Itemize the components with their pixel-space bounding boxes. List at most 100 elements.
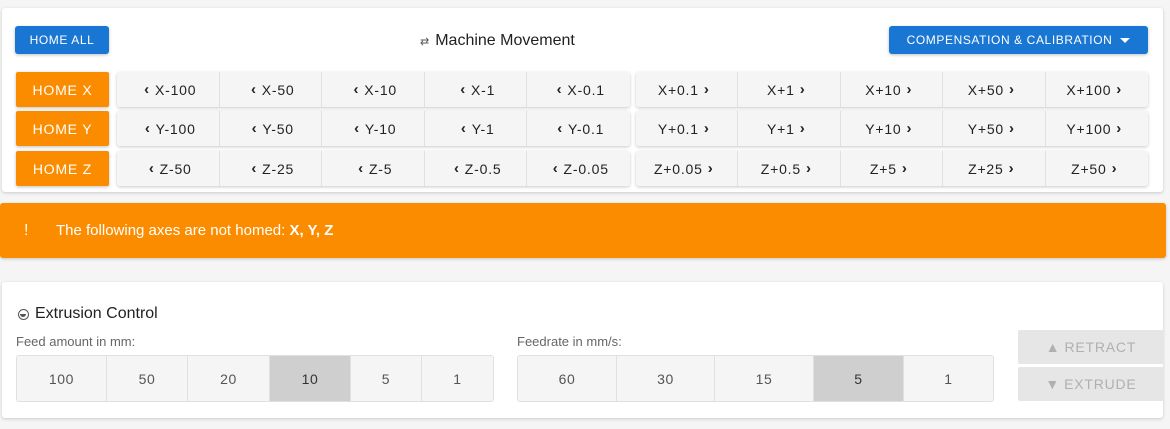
feedrate-selector: 60 30 15 5 1: [517, 355, 994, 402]
warning-icon: !: [24, 221, 29, 239]
machine-movement-card: HOME ALL ⇄ Machine Movement COMPENSATION…: [2, 8, 1163, 192]
move-y-minus-10-button[interactable]: ‹ Y-10: [322, 111, 425, 146]
feed-amount-option[interactable]: 5: [351, 356, 422, 401]
move-y-plus-1-button[interactable]: Y+1 ›: [738, 111, 841, 146]
button-label: X-10: [364, 81, 398, 98]
x-positive-group: X+0.1 › X+1 › X+10 › X+50 › X+100 ›: [635, 72, 1148, 107]
button-label: Y-100: [155, 120, 196, 137]
move-z-plus-25-button[interactable]: Z+25 ›: [943, 151, 1046, 186]
feedrate-option[interactable]: 15: [715, 356, 814, 401]
caret-down-icon: [1120, 37, 1131, 43]
move-z-plus-0.05-button[interactable]: Z+0.05 ›: [635, 151, 738, 186]
button-label: Z+5: [869, 160, 897, 177]
move-z-minus-5-button[interactable]: ‹ Z-5: [322, 151, 425, 186]
chevron-right-icon: ›: [703, 120, 710, 137]
machine-movement-title: ⇄ Machine Movement: [420, 32, 575, 50]
move-x-plus-50-button[interactable]: X+50 ›: [943, 72, 1046, 107]
move-y-plus-0.1-button[interactable]: Y+0.1 ›: [635, 111, 738, 146]
chevron-left-icon: ‹: [251, 120, 258, 137]
y-positive-group: Y+0.1 › Y+1 › Y+10 › Y+50 › Y+100 ›: [635, 111, 1148, 146]
chevron-right-icon: ›: [1111, 160, 1118, 177]
retract-button[interactable]: ▲ RETRACT: [1018, 330, 1164, 364]
feedrate-option[interactable]: 1: [904, 356, 993, 401]
button-label: X+100: [1066, 81, 1112, 98]
swap-arrows-icon: ⇄: [420, 35, 430, 48]
feedrate-option[interactable]: 60: [518, 356, 617, 401]
button-label: Z+0.5: [760, 160, 801, 177]
button-label: Z+25: [968, 160, 1004, 177]
move-z-minus-50-button[interactable]: ‹ Z-50: [117, 151, 220, 186]
feed-amount-selector: 100 50 20 10 5 1: [16, 355, 494, 402]
move-y-minus-100-button[interactable]: ‹ Y-100: [117, 111, 220, 146]
extrude-label: EXTRUDE: [1064, 376, 1137, 392]
move-z-minus-25-button[interactable]: ‹ Z-25: [219, 151, 322, 186]
button-label: Y+50: [967, 120, 1004, 137]
move-y-minus-1-button[interactable]: ‹ Y-1: [424, 111, 527, 146]
y-axis-move-row: ‹ Y-100 ‹ Y-50 ‹ Y-10 ‹ Y-1 ‹ Y-0.1 Y+0.1 › Y+…: [117, 111, 1148, 146]
move-x-plus-0.1-button[interactable]: X+0.1 ›: [635, 72, 738, 107]
compensation-calibration-label: COMPENSATION & CALIBRATION: [906, 33, 1113, 47]
move-y-plus-100-button[interactable]: Y+100 ›: [1045, 111, 1148, 146]
chevron-left-icon: ‹: [460, 81, 467, 98]
button-label: Y-1: [471, 120, 495, 137]
chevron-right-icon: ›: [805, 160, 812, 177]
feed-amount-option-selected[interactable]: 10: [270, 356, 351, 401]
feedrate-option[interactable]: 30: [617, 356, 715, 401]
home-z-button[interactable]: HOME Z: [16, 151, 109, 186]
button-label: X-50: [261, 81, 295, 98]
z-axis-move-row: ‹ Z-50 ‹ Z-25 ‹ Z-5 ‹ Z-0.5 ‹ Z-0.05 Z+0.05 › …: [117, 151, 1148, 186]
chevron-right-icon: ›: [906, 81, 913, 98]
move-x-plus-100-button[interactable]: X+100 ›: [1045, 72, 1148, 107]
move-x-minus-0.1-button[interactable]: ‹ X-0.1: [527, 72, 630, 107]
button-label: Y+100: [1066, 120, 1112, 137]
button-label: Z-50: [159, 160, 192, 177]
move-z-plus-0.5-button[interactable]: Z+0.5 ›: [738, 151, 841, 186]
move-x-minus-100-button[interactable]: ‹ X-100: [117, 72, 220, 107]
feed-amount-label: Feed amount in mm:: [16, 334, 136, 349]
move-y-plus-10-button[interactable]: Y+10 ›: [840, 111, 943, 146]
feedrate-label: Feedrate in mm/s:: [517, 334, 622, 349]
button-label: Z+50: [1071, 160, 1107, 177]
move-x-minus-50-button[interactable]: ‹ X-50: [219, 72, 322, 107]
move-z-minus-0.05-button[interactable]: ‹ Z-0.05: [527, 151, 630, 186]
move-x-minus-1-button[interactable]: ‹ X-1: [424, 72, 527, 107]
chevron-left-icon: ‹: [556, 81, 563, 98]
button-label: Y+0.1: [657, 120, 699, 137]
extrude-button[interactable]: ▼ EXTRUDE: [1018, 367, 1164, 401]
chevron-left-icon: ‹: [148, 160, 155, 177]
move-y-plus-50-button[interactable]: Y+50 ›: [943, 111, 1046, 146]
home-y-button[interactable]: HOME Y: [16, 111, 109, 146]
chevron-right-icon: ›: [1008, 160, 1015, 177]
move-y-minus-50-button[interactable]: ‹ Y-50: [219, 111, 322, 146]
button-label: Y-0.1: [568, 120, 605, 137]
chevron-left-icon: ‹: [353, 81, 360, 98]
compensation-calibration-dropdown[interactable]: COMPENSATION & CALIBRATION: [889, 26, 1148, 54]
chevron-left-icon: ‹: [552, 160, 559, 177]
feedrate-option-selected[interactable]: 5: [814, 356, 904, 401]
home-x-button[interactable]: HOME X: [16, 72, 109, 107]
move-x-minus-10-button[interactable]: ‹ X-10: [322, 72, 425, 107]
move-z-plus-5-button[interactable]: Z+5 ›: [840, 151, 943, 186]
button-label: Z-0.05: [563, 160, 609, 177]
move-z-plus-50-button[interactable]: Z+50 ›: [1045, 151, 1148, 186]
feed-amount-option[interactable]: 1: [422, 356, 493, 401]
move-x-plus-10-button[interactable]: X+10 ›: [840, 72, 943, 107]
home-all-button[interactable]: HOME ALL: [15, 26, 109, 54]
button-label: Z+0.05: [653, 160, 703, 177]
arrow-down-icon: ▼: [1045, 376, 1061, 392]
chevron-left-icon: ‹: [358, 160, 364, 177]
feed-amount-option[interactable]: 100: [17, 356, 107, 401]
feed-amount-option[interactable]: 20: [188, 356, 270, 401]
chevron-right-icon: ›: [799, 120, 806, 137]
move-y-minus-0.1-button[interactable]: ‹ Y-0.1: [527, 111, 630, 146]
move-z-minus-0.5-button[interactable]: ‹ Z-0.5: [424, 151, 527, 186]
move-x-plus-1-button[interactable]: X+1 ›: [738, 72, 841, 107]
feed-amount-option[interactable]: 50: [107, 356, 188, 401]
alert-message: The following axes are not homed: X, Y, …: [56, 222, 333, 239]
chevron-right-icon: ›: [799, 81, 806, 98]
alert-axes: X, Y, Z: [289, 222, 334, 239]
extrusion-control-card: Extrusion Control Feed amount in mm: 100…: [2, 282, 1164, 418]
button-label: X+1: [767, 81, 795, 98]
button-label: X-1: [471, 81, 496, 98]
alert-text: The following axes are not homed:: [56, 222, 290, 239]
